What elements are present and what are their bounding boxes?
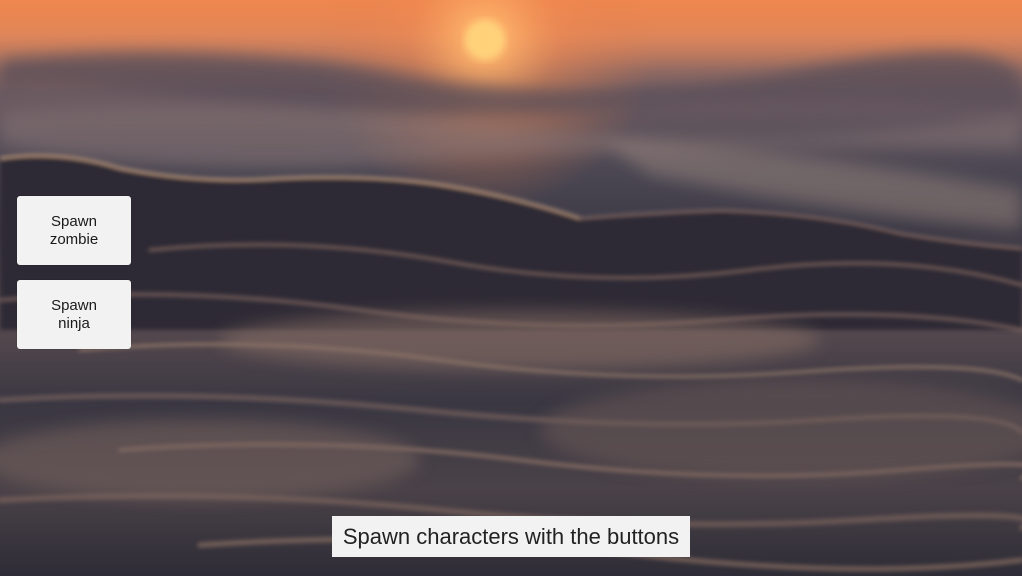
spawn-zombie-label-line2: zombie	[49, 230, 99, 248]
game-scene: Spawn zombie Spawn ninja Spawn character…	[0, 0, 1022, 576]
spawn-zombie-label-line1: Spawn	[51, 212, 97, 230]
ocean-sunset-background	[0, 0, 1022, 576]
instruction-banner: Spawn characters with the buttons	[332, 516, 690, 557]
spawn-ninja-label: Spawn ninja	[51, 297, 97, 333]
spawn-ninja-label-line1: Spawn	[51, 296, 97, 314]
spawn-ninja-button[interactable]: Spawn ninja	[17, 280, 131, 349]
spawn-zombie-label: Spawn zombie	[50, 213, 98, 249]
spawn-ninja-label-line2: ninja	[58, 314, 90, 332]
spawn-zombie-button[interactable]: Spawn zombie	[17, 196, 131, 265]
